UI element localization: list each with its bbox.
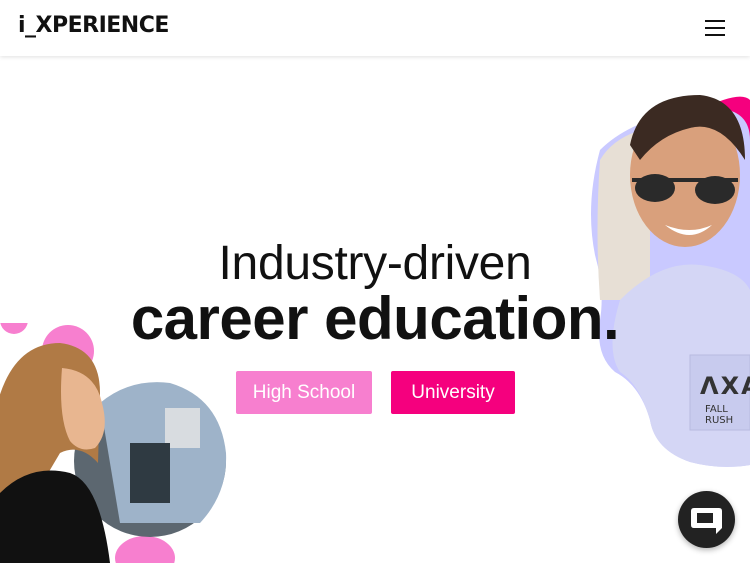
shirt-letters: ΛXA <box>700 372 750 400</box>
hero-photo-left <box>0 323 227 563</box>
university-button[interactable]: University <box>391 371 515 414</box>
high-school-button[interactable]: High School <box>236 371 372 414</box>
hamburger-menu-icon[interactable] <box>705 20 725 36</box>
chat-launcher-button[interactable] <box>678 491 735 548</box>
hero-headline-line1: Industry-driven <box>218 237 532 290</box>
hero-headline-line2: career education. <box>130 285 620 352</box>
brand-logo[interactable]: i_XPERIENCE <box>18 13 169 38</box>
chat-icon <box>691 508 722 534</box>
top-navbar: i_XPERIENCE <box>0 0 750 56</box>
shirt-subtext: FALL RUSH <box>705 404 734 426</box>
